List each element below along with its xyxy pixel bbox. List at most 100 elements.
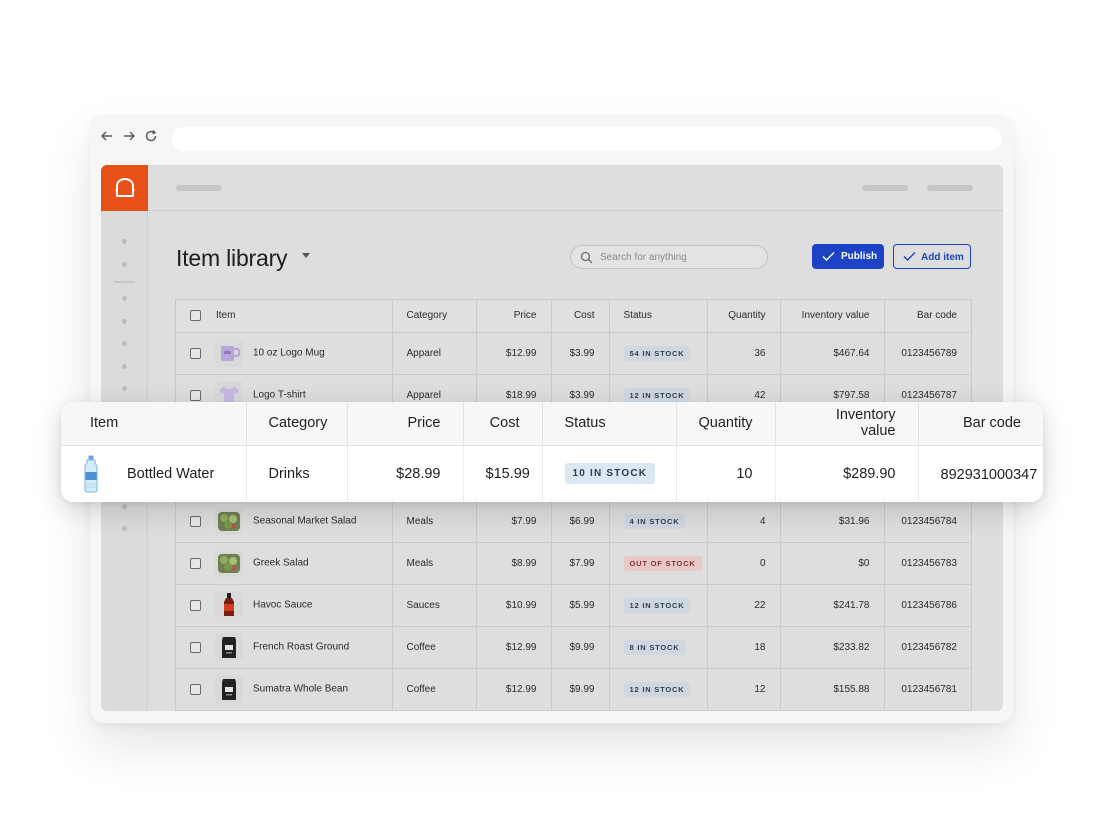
- highlight-quantity: 10: [676, 445, 776, 502]
- bar-code-cell: 0123456783: [884, 542, 971, 585]
- water-bottle-icon: [84, 455, 98, 493]
- table-row[interactable]: Seasonal Market Salad Meals $7.99 $6.99 4 IN…: [176, 500, 971, 543]
- coffee-bag-icon: [201, 633, 253, 661]
- table-row[interactable]: Greek Salad Meals $8.99 $7.99 OUT OF STOCK 0 $…: [176, 542, 971, 585]
- coffee-bag-icon: [201, 675, 253, 703]
- column-header-price[interactable]: Price: [476, 300, 552, 333]
- row-checkbox[interactable]: [190, 641, 201, 653]
- item-cell: Havoc Sauce: [176, 584, 393, 627]
- sidebar-item[interactable]: [122, 239, 127, 244]
- sidebar-item[interactable]: [122, 319, 127, 324]
- logo[interactable]: [101, 165, 148, 211]
- brand-logo-icon: [115, 178, 134, 197]
- row-checkbox[interactable]: [190, 557, 201, 569]
- bar-code-cell: 0123456784: [884, 500, 971, 543]
- status-badge: 54 IN STOCK: [623, 345, 691, 361]
- topbar-placeholder[interactable]: [862, 185, 908, 191]
- sidebar-item[interactable]: [122, 262, 127, 267]
- item-name[interactable]: Seasonal Market Salad: [253, 516, 356, 527]
- quantity-cell: 4: [707, 500, 781, 543]
- item-cell: 10 oz Logo Mug: [176, 332, 393, 375]
- sidebar-item[interactable]: [122, 526, 127, 531]
- row-checkbox[interactable]: [190, 599, 201, 611]
- item-cell: Sumatra Whole Bean: [176, 668, 393, 711]
- row-checkbox[interactable]: [190, 347, 201, 359]
- table-row[interactable]: Havoc Sauce Sauces $10.99 $5.99 12 IN STOCK 2…: [176, 584, 971, 627]
- add-item-button[interactable]: Add item: [893, 244, 971, 269]
- row-checkbox[interactable]: [190, 515, 201, 527]
- inventory-value-cell: $241.78: [780, 584, 885, 627]
- bar-code-cell: 0123456781: [884, 668, 971, 711]
- column-header-item[interactable]: Item: [176, 300, 393, 333]
- cost-cell: $7.99: [551, 542, 610, 585]
- row-checkbox[interactable]: [190, 389, 201, 401]
- search-input[interactable]: Search for anything: [570, 245, 768, 269]
- highlight-header-category[interactable]: Category: [246, 402, 348, 446]
- highlight-bar-code: 892931000347: [940, 467, 1038, 484]
- column-header-quantity[interactable]: Quantity: [707, 300, 781, 333]
- column-header-bar-code[interactable]: Bar code: [884, 300, 971, 333]
- column-header-category[interactable]: Category: [392, 300, 477, 333]
- highlight-header-inventory-value[interactable]: Inventory value: [775, 402, 919, 446]
- category-cell: Meals: [392, 500, 477, 543]
- column-header-inventory-value[interactable]: Inventory value: [780, 300, 885, 333]
- highlight-header-bar-code[interactable]: Bar code: [918, 402, 1043, 446]
- category-cell: Meals: [392, 542, 477, 585]
- item-name[interactable]: Logo T-shirt: [253, 390, 306, 401]
- sidebar-item[interactable]: [122, 386, 127, 391]
- back-arrow-icon[interactable]: [99, 129, 115, 147]
- sidebar-item[interactable]: [122, 504, 127, 509]
- highlight-header-cost[interactable]: Cost: [463, 402, 543, 446]
- chevron-down-icon[interactable]: [302, 253, 310, 258]
- publish-button[interactable]: Publish: [812, 244, 884, 269]
- highlight-row[interactable]: Bottled Water Drinks $28.99 $15.99 10 IN…: [61, 445, 1043, 502]
- cost-cell: $5.99: [551, 584, 610, 627]
- topbar-placeholder[interactable]: [927, 185, 973, 191]
- top-bar: [148, 165, 1003, 211]
- highlight-header-quantity[interactable]: Quantity: [676, 402, 776, 446]
- check-icon: [822, 252, 835, 261]
- inventory-value-cell: $155.88: [780, 668, 885, 711]
- highlight-status-cell: 10 IN STOCK: [542, 445, 677, 502]
- column-header-status[interactable]: Status: [609, 300, 708, 333]
- forward-arrow-icon[interactable]: [121, 129, 137, 147]
- item-cell: Greek Salad: [176, 542, 393, 585]
- inventory-value-cell: $0: [780, 542, 885, 585]
- item-name[interactable]: Sumatra Whole Bean: [253, 684, 348, 695]
- inventory-value-cell: $467.64: [780, 332, 885, 375]
- topbar-placeholder: [176, 185, 222, 191]
- status-cell: 12 IN STOCK: [609, 584, 708, 627]
- sidebar-item[interactable]: [122, 296, 127, 301]
- highlight-item-name: Bottled Water: [127, 465, 215, 482]
- status-badge: 12 IN STOCK: [623, 681, 691, 697]
- reload-icon[interactable]: [143, 129, 159, 147]
- column-header-cost[interactable]: Cost: [551, 300, 610, 333]
- category-cell: Sauces: [392, 584, 477, 627]
- highlight-header-row: Item Category Price Cost Status Quantity…: [61, 402, 1043, 446]
- row-checkbox[interactable]: [190, 683, 201, 695]
- status-badge: 8 IN STOCK: [623, 639, 686, 655]
- add-item-label: Add item: [921, 252, 964, 263]
- table-row[interactable]: Sumatra Whole Bean Coffee $12.99 $9.99 12 IN…: [176, 668, 971, 711]
- sidebar-item[interactable]: [122, 341, 127, 346]
- highlight-header-price[interactable]: Price: [347, 402, 464, 446]
- select-all-checkbox[interactable]: [190, 310, 201, 322]
- search-icon: [580, 251, 593, 264]
- item-name[interactable]: Havoc Sauce: [253, 600, 312, 611]
- highlighted-item-card[interactable]: Item Category Price Cost Status Quantity…: [61, 402, 1043, 502]
- mug-icon: [201, 339, 253, 367]
- status-badge: OUT OF STOCK: [623, 555, 702, 571]
- item-name[interactable]: 10 oz Logo Mug: [253, 348, 325, 359]
- sidebar-item[interactable]: [122, 364, 127, 369]
- address-bar[interactable]: [172, 127, 1002, 151]
- highlight-header-item[interactable]: Item: [61, 402, 247, 446]
- status-cell: 54 IN STOCK: [609, 332, 708, 375]
- table-row[interactable]: French Roast Ground Coffee $12.99 $9.99 8 IN…: [176, 626, 971, 669]
- page-title[interactable]: Item library: [176, 245, 288, 272]
- item-name[interactable]: French Roast Ground: [253, 642, 349, 653]
- highlight-header-status[interactable]: Status: [542, 402, 677, 446]
- table-row[interactable]: 10 oz Logo Mug Apparel $12.99 $3.99 54 IN ST…: [176, 332, 971, 375]
- quantity-cell: 18: [707, 626, 781, 669]
- item-name[interactable]: Greek Salad: [253, 558, 309, 569]
- quantity-cell: 22: [707, 584, 781, 627]
